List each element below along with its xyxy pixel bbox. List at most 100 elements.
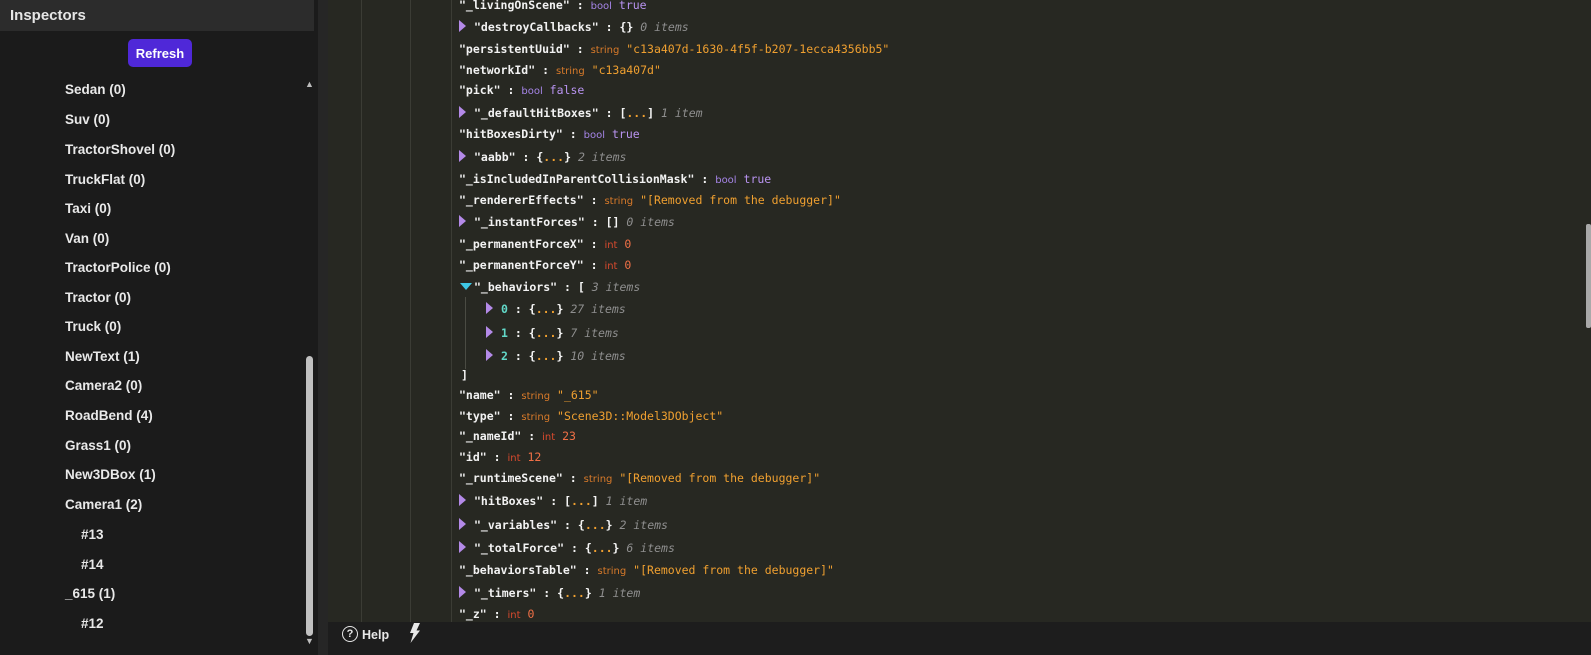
expand-arrow-icon[interactable] <box>486 302 493 314</box>
collapsed-dots[interactable]: ... <box>564 586 585 600</box>
collapsed-dots[interactable]: ... <box>536 349 557 363</box>
type-label: bool <box>590 1 612 12</box>
tree-item-tractorshovel[interactable]: TractorShovel (0) <box>65 139 175 161</box>
property-key[interactable]: "_defaultHitBoxes" <box>474 106 599 120</box>
collapsed-dots[interactable]: ... <box>592 541 613 555</box>
property-key[interactable]: "destroyCallbacks" <box>474 20 599 34</box>
expand-arrow-icon[interactable] <box>459 150 466 162</box>
property-value[interactable]: "_615" <box>557 388 599 402</box>
inspector-row: "_timers" : {...} 1 item <box>459 583 640 603</box>
array-index[interactable]: 0 <box>501 302 508 316</box>
inspector-row: "id" : int 12 <box>459 447 541 467</box>
expand-arrow-icon[interactable] <box>459 215 466 227</box>
tree-item-camera2[interactable]: Camera2 (0) <box>65 375 142 397</box>
expand-arrow-icon[interactable] <box>486 349 493 361</box>
property-key[interactable]: "_behaviors" <box>474 280 557 294</box>
item-count: 1 item <box>598 586 641 600</box>
collapsed-dots[interactable]: ... <box>536 302 557 316</box>
property-value[interactable]: true <box>619 0 647 12</box>
tree-item-truckflat[interactable]: TruckFlat (0) <box>65 169 145 191</box>
tree-item-instance-14[interactable]: #14 <box>81 554 104 576</box>
tree-item-taxi[interactable]: Taxi (0) <box>65 198 111 220</box>
property-value[interactable]: false <box>550 83 585 97</box>
property-key[interactable]: "_totalForce" <box>474 541 564 555</box>
expand-arrow-icon[interactable] <box>459 586 466 598</box>
property-value[interactable]: 0 <box>624 237 631 251</box>
separator: : <box>507 83 515 97</box>
property-key[interactable]: "_timers" <box>474 586 536 600</box>
tree-item-tractor[interactable]: Tractor (0) <box>65 287 131 309</box>
expand-arrow-icon[interactable] <box>459 20 466 32</box>
separator: : <box>493 607 501 621</box>
expand-arrow-icon[interactable] <box>459 541 466 553</box>
array-index[interactable]: 1 <box>501 326 508 340</box>
inspector-row: "hitBoxes" : [...] 1 item <box>459 491 647 511</box>
collapsed-dots[interactable]: ... <box>585 518 606 532</box>
inspector-row: "_behaviorsTable" : string "[Removed fro… <box>459 560 834 580</box>
expand-arrow-icon[interactable] <box>459 494 466 506</box>
inspector-row: "_totalForce" : {...} 6 items <box>459 538 675 558</box>
type-label: bool <box>521 86 543 97</box>
expand-arrow-icon[interactable] <box>459 106 466 118</box>
lightning-icon[interactable] <box>409 623 421 643</box>
collapsed-dots[interactable]: ... <box>543 150 564 164</box>
tree-item-van[interactable]: Van (0) <box>65 228 109 250</box>
item-count: 0 items <box>640 20 689 34</box>
separator: : <box>514 302 522 316</box>
bracket: } <box>584 586 592 600</box>
property-value[interactable]: "[Removed from the debugger]" <box>633 563 834 577</box>
tree-item-new3dbox[interactable]: New3DBox (1) <box>65 464 156 486</box>
tree-item-newtext[interactable]: NewText (1) <box>65 346 140 368</box>
property-value[interactable]: "[Removed from the debugger]" <box>619 471 820 485</box>
property-key[interactable]: "aabb" <box>474 150 516 164</box>
inspector-row: "_instantForces" : [] 0 items <box>459 212 675 232</box>
inspector-row: "pick" : bool false <box>459 80 584 100</box>
tree-item-roadbend[interactable]: RoadBend (4) <box>65 405 153 427</box>
inspector-scrollbar-thumb[interactable] <box>1586 224 1591 328</box>
indent-guide <box>410 0 411 622</box>
collapsed-dots[interactable]: ... <box>626 106 647 120</box>
tree-item-instance-13[interactable]: #13 <box>81 524 104 546</box>
property-value[interactable]: true <box>612 127 640 141</box>
left-scrollbar-thumb[interactable] <box>306 356 313 636</box>
inspector-row: "hitBoxesDirty" : bool true <box>459 124 640 144</box>
scroll-down-arrow-icon[interactable]: ▼ <box>305 637 314 646</box>
property-key[interactable]: "_instantForces" <box>474 215 585 229</box>
tree-item-suv[interactable]: Suv (0) <box>65 109 110 131</box>
scroll-up-arrow-icon[interactable]: ▲ <box>305 80 314 89</box>
property-value[interactable]: "c13a407d" <box>592 63 661 77</box>
tree-item-sedan[interactable]: Sedan (0) <box>65 79 126 101</box>
tree-item-grass1[interactable]: Grass1 (0) <box>65 435 131 457</box>
property-value[interactable]: "[Removed from the debugger]" <box>640 193 841 207</box>
property-key[interactable]: "hitBoxes" <box>474 494 543 508</box>
expand-arrow-icon[interactable] <box>459 518 466 530</box>
property-value[interactable]: 12 <box>528 450 542 464</box>
panel-divider[interactable] <box>318 0 328 655</box>
help-button[interactable]: ? Help <box>336 624 398 646</box>
tree-item-truck[interactable]: Truck (0) <box>65 316 121 338</box>
tree-item-instance-12[interactable]: #12 <box>81 613 104 635</box>
tree-item-615[interactable]: _615 (1) <box>65 583 115 605</box>
tree-item-camera1[interactable]: Camera1 (2) <box>65 494 142 516</box>
tree-item-tractorpolice[interactable]: TractorPolice (0) <box>65 257 171 279</box>
property-value[interactable]: "c13a407d-1630-4f5f-b207-1ecca4356bb5" <box>626 42 889 56</box>
property-value[interactable]: true <box>744 172 772 186</box>
property-key[interactable]: "_variables" <box>474 518 557 532</box>
array-index[interactable]: 2 <box>501 349 508 363</box>
expand-arrow-icon[interactable] <box>486 326 493 338</box>
object-inspector: "_livingOnScene" : bool true "destroyCal… <box>328 0 1591 622</box>
inspector-row: "_defaultHitBoxes" : [...] 1 item <box>459 103 703 123</box>
inspector-row: "aabb" : {...} 2 items <box>459 147 626 167</box>
property-value[interactable]: 0 <box>528 607 535 621</box>
property-value[interactable]: "Scene3D::Model3DObject" <box>557 409 723 423</box>
collapse-arrow-icon[interactable] <box>460 283 472 290</box>
type-label: int <box>604 240 618 251</box>
help-circle-icon: ? <box>342 626 358 642</box>
property-value[interactable]: 23 <box>562 429 576 443</box>
property-value[interactable]: 0 <box>624 258 631 272</box>
separator: : <box>590 237 598 251</box>
collapsed-dots[interactable]: ... <box>536 326 557 340</box>
collapsed-dots[interactable]: ... <box>571 494 592 508</box>
left-scrollbar[interactable]: ▲ ▼ <box>305 80 314 650</box>
refresh-button[interactable]: Refresh <box>128 39 192 67</box>
